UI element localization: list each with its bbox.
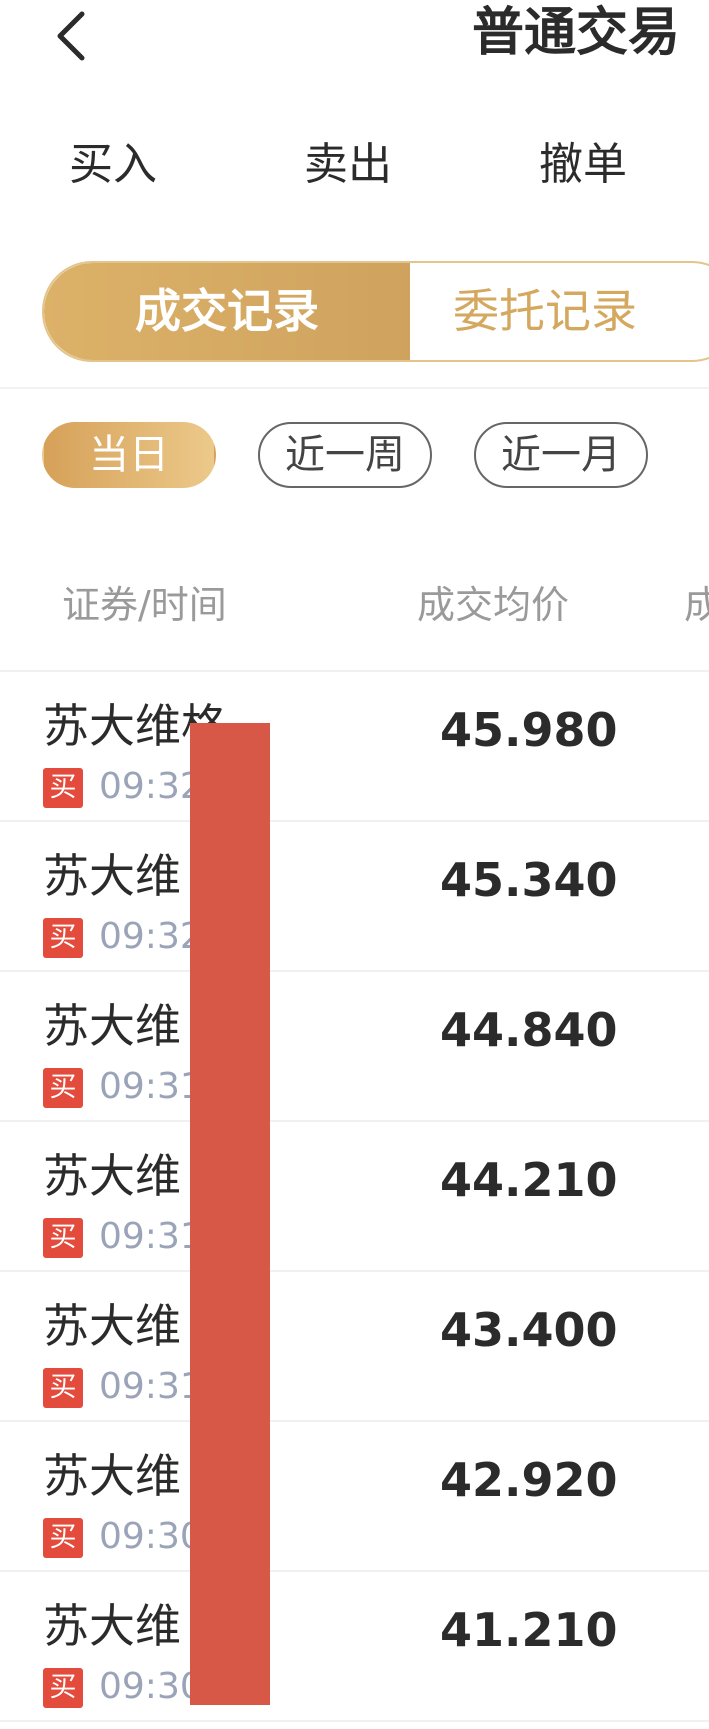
avg-price: 44.210 [440, 1153, 618, 1207]
security-name: 苏大维 [43, 1299, 181, 1353]
table-row[interactable]: 苏大维 买 09:31 44.210 [0, 1122, 709, 1272]
back-button[interactable] [52, 6, 92, 66]
avg-price: 42.920 [440, 1453, 618, 1507]
column-header-avg-price: 成交均价 [417, 583, 570, 627]
redaction-bar [190, 723, 270, 1705]
filter-week[interactable]: 近一周 [258, 422, 432, 488]
buy-badge: 买 [43, 1518, 83, 1558]
row-divider [0, 1720, 709, 1722]
trade-time: 09:31 [99, 1066, 203, 1107]
column-header-security-time: 证券/时间 [62, 583, 227, 627]
filter-month[interactable]: 近一月 [474, 422, 648, 488]
segment-trade-records[interactable]: 成交记录 [44, 263, 410, 360]
buy-badge: 买 [43, 1368, 83, 1408]
table-row[interactable]: 苏大维 买 09:30 42.920 [0, 1422, 709, 1572]
filter-today[interactable]: 当日 [42, 422, 216, 488]
buy-badge: 买 [43, 1068, 83, 1108]
security-name: 苏大维 [43, 1149, 181, 1203]
buy-badge: 买 [43, 918, 83, 958]
avg-price: 41.210 [440, 1603, 618, 1657]
table-row[interactable]: 苏大维 买 09:30 41.210 [0, 1572, 709, 1722]
section-divider [0, 387, 709, 389]
record-type-segment: 成交记录 委托记录 [42, 261, 709, 362]
buy-badge: 买 [43, 1218, 83, 1258]
segment-order-records[interactable]: 委托记录 [410, 263, 680, 360]
avg-price: 45.340 [440, 853, 618, 907]
trade-time: 09:32 [99, 766, 203, 807]
column-header-partial: 成 [684, 583, 709, 627]
table-row[interactable]: 苏大维 买 09:32 45.340 [0, 822, 709, 972]
avg-price: 43.400 [440, 1303, 618, 1357]
chevron-left-icon [57, 11, 85, 61]
security-name: 苏大维 [43, 849, 181, 903]
security-name: 苏大维 [43, 1599, 181, 1653]
security-name: 苏大维 [43, 1449, 181, 1503]
tab-cancel-order[interactable]: 撤单 [539, 135, 627, 195]
security-name: 苏大维 [43, 999, 181, 1053]
table-row[interactable]: 苏大维 买 09:31 43.400 [0, 1272, 709, 1422]
tab-buy[interactable]: 买入 [69, 135, 157, 195]
buy-badge: 买 [43, 768, 83, 808]
tab-sell[interactable]: 卖出 [304, 135, 392, 195]
avg-price: 45.980 [440, 703, 618, 757]
avg-price: 44.840 [440, 1003, 618, 1057]
table-row[interactable]: 苏大维格 买 09:32 45.980 [0, 672, 709, 822]
trade-time: 09:30 [99, 1666, 203, 1707]
buy-badge: 买 [43, 1668, 83, 1708]
trade-time: 09:30 [99, 1516, 203, 1557]
page-title: 普通交易 [472, 3, 681, 63]
trade-time: 09:31 [99, 1366, 203, 1407]
table-row[interactable]: 苏大维 买 09:31 44.840 [0, 972, 709, 1122]
trade-time: 09:32 [99, 916, 203, 957]
trade-time: 09:31 [99, 1216, 203, 1257]
